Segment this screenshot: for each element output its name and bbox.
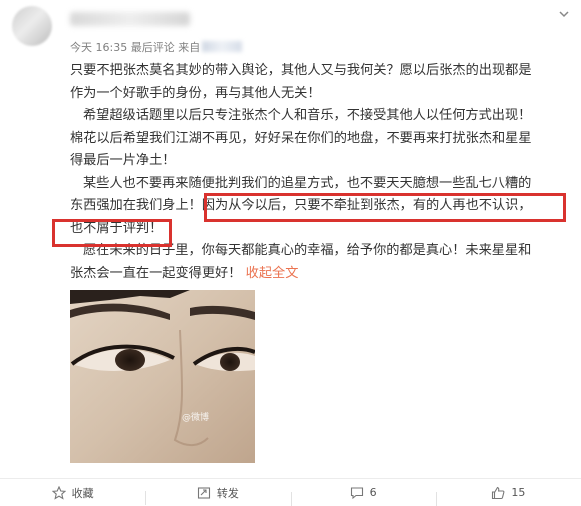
- post-line-text: 张杰会一直在一起变得更好！: [70, 265, 242, 281]
- weibo-post-card: 今天 16:35 最后评论 来自 只要不把张杰莫名其妙的带入舆论，其他人又与我何…: [0, 0, 581, 506]
- favorite-label: 收藏: [71, 486, 94, 500]
- post-line: 希望超级话题里以后只专注张杰个人和音乐，不接受其他人以任何方式出现！: [83, 108, 532, 123]
- username-blurred[interactable]: [70, 12, 190, 26]
- avatar[interactable]: [12, 6, 52, 46]
- post-line: 某些人也不要再来随便批判我们的追星方式，也不要天天臆想一些乱七八糟的: [83, 175, 532, 191]
- like-button[interactable]: 15: [435, 486, 581, 506]
- highlight-box-bottom: [52, 219, 172, 247]
- chevron-down-icon[interactable]: [557, 8, 571, 22]
- favorite-button[interactable]: 收藏: [0, 485, 145, 501]
- star-icon: [51, 485, 66, 500]
- image-watermark: @微博: [182, 413, 210, 423]
- like-count: 15: [511, 486, 526, 499]
- post-line: 作为一个好歌手的身份，再与其他人无关！: [70, 85, 321, 101]
- comment-button[interactable]: 6: [290, 486, 436, 506]
- post-line: 只要不把张杰莫名其妙的带入舆论，其他人又与我何关？愿以后张杰的出现都是: [70, 63, 532, 78]
- repost-icon: [197, 486, 210, 499]
- post-image[interactable]: @微博: [70, 290, 255, 463]
- repost-label: 转发: [216, 486, 239, 500]
- post-meta: 今天 16:35 最后评论 来自: [70, 39, 243, 55]
- thumbs-up-icon: [492, 486, 505, 499]
- post-toolbar: 收藏 转发 6 15: [0, 478, 581, 506]
- comment-count: 6: [369, 486, 377, 499]
- post-line-last: 张杰会一直在一起变得更好！ 收起全文: [70, 263, 570, 286]
- post-content: 只要不把张杰莫名其妙的带入舆论，其他人又与我何关？愿以后张杰的出现都是 作为一个…: [70, 60, 570, 285]
- highlight-box-top: [204, 193, 566, 222]
- post-line: 得最后一片净土！: [70, 153, 176, 168]
- source-label: 来自: [178, 41, 201, 54]
- post-time[interactable]: 今天 16:35: [70, 41, 127, 54]
- comment-icon: [350, 486, 363, 499]
- source-blurred: [202, 41, 243, 52]
- post-line: 棉花以后希望我们江湖不再见，好好呆在你们的地盘，不要再来打扰张杰和星星: [70, 130, 532, 146]
- last-comment-label: 最后评论: [130, 41, 175, 54]
- repost-button[interactable]: 转发: [145, 485, 290, 505]
- collapse-link[interactable]: 收起全文: [246, 266, 299, 281]
